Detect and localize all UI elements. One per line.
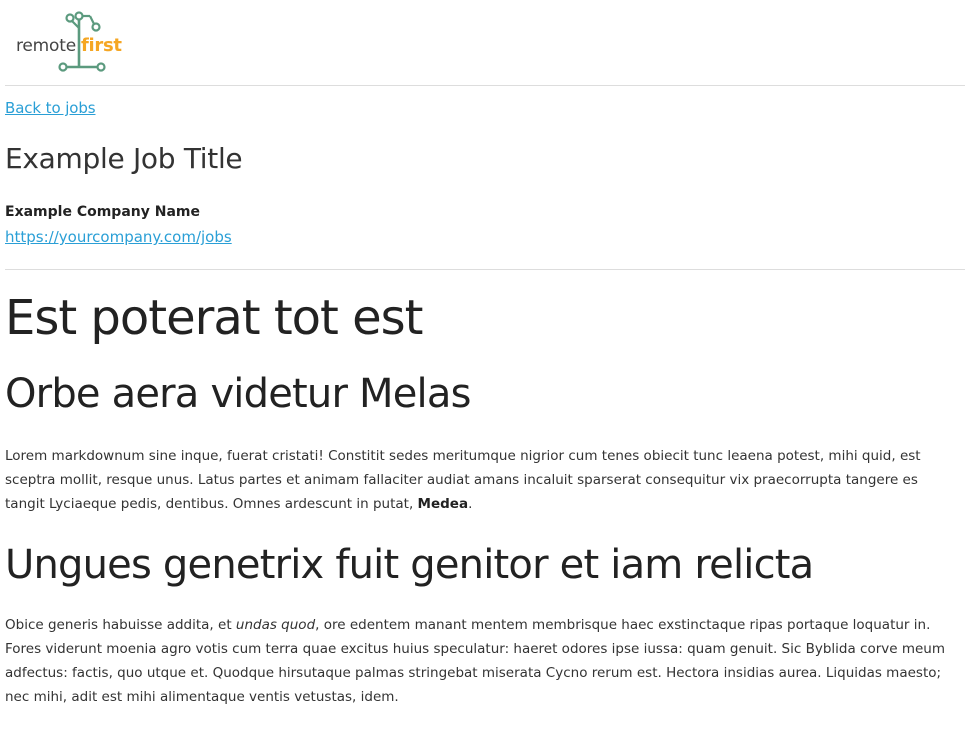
description-paragraph-1: Lorem markdownum sine inque, fuerat cris…: [5, 444, 955, 516]
company-name: Example Company Name: [5, 204, 200, 220]
section-divider: [5, 269, 965, 270]
logo-word-remote: remote: [16, 36, 76, 56]
logo-word-first: first: [81, 35, 122, 56]
page: remote first Back to jobs Example Job Ti…: [0, 0, 968, 729]
paragraph-2-italic: undas quod: [235, 617, 316, 633]
company-url-link[interactable]: https://yourcompany.com/jobs: [5, 228, 232, 246]
paragraph-1-bold: Medea: [417, 496, 469, 512]
site-header: remote first: [5, 0, 965, 86]
back-to-jobs-link[interactable]: Back to jobs: [5, 99, 96, 117]
description-heading-2-second: Ungues genetrix fuit genitor et iam reli…: [5, 542, 814, 588]
paragraph-2-text: Obice generis habuisse addita, et: [5, 617, 236, 633]
paragraph-1-end: .: [468, 496, 473, 512]
description-heading-2-first: Orbe aera videtur Melas: [5, 371, 471, 417]
description-heading-1: Est poterat tot est: [5, 290, 423, 346]
remote-first-logo[interactable]: remote first: [10, 10, 135, 75]
job-title: Example Job Title: [5, 142, 243, 175]
description-paragraph-2: Obice generis habuisse addita, et undas …: [5, 613, 963, 709]
